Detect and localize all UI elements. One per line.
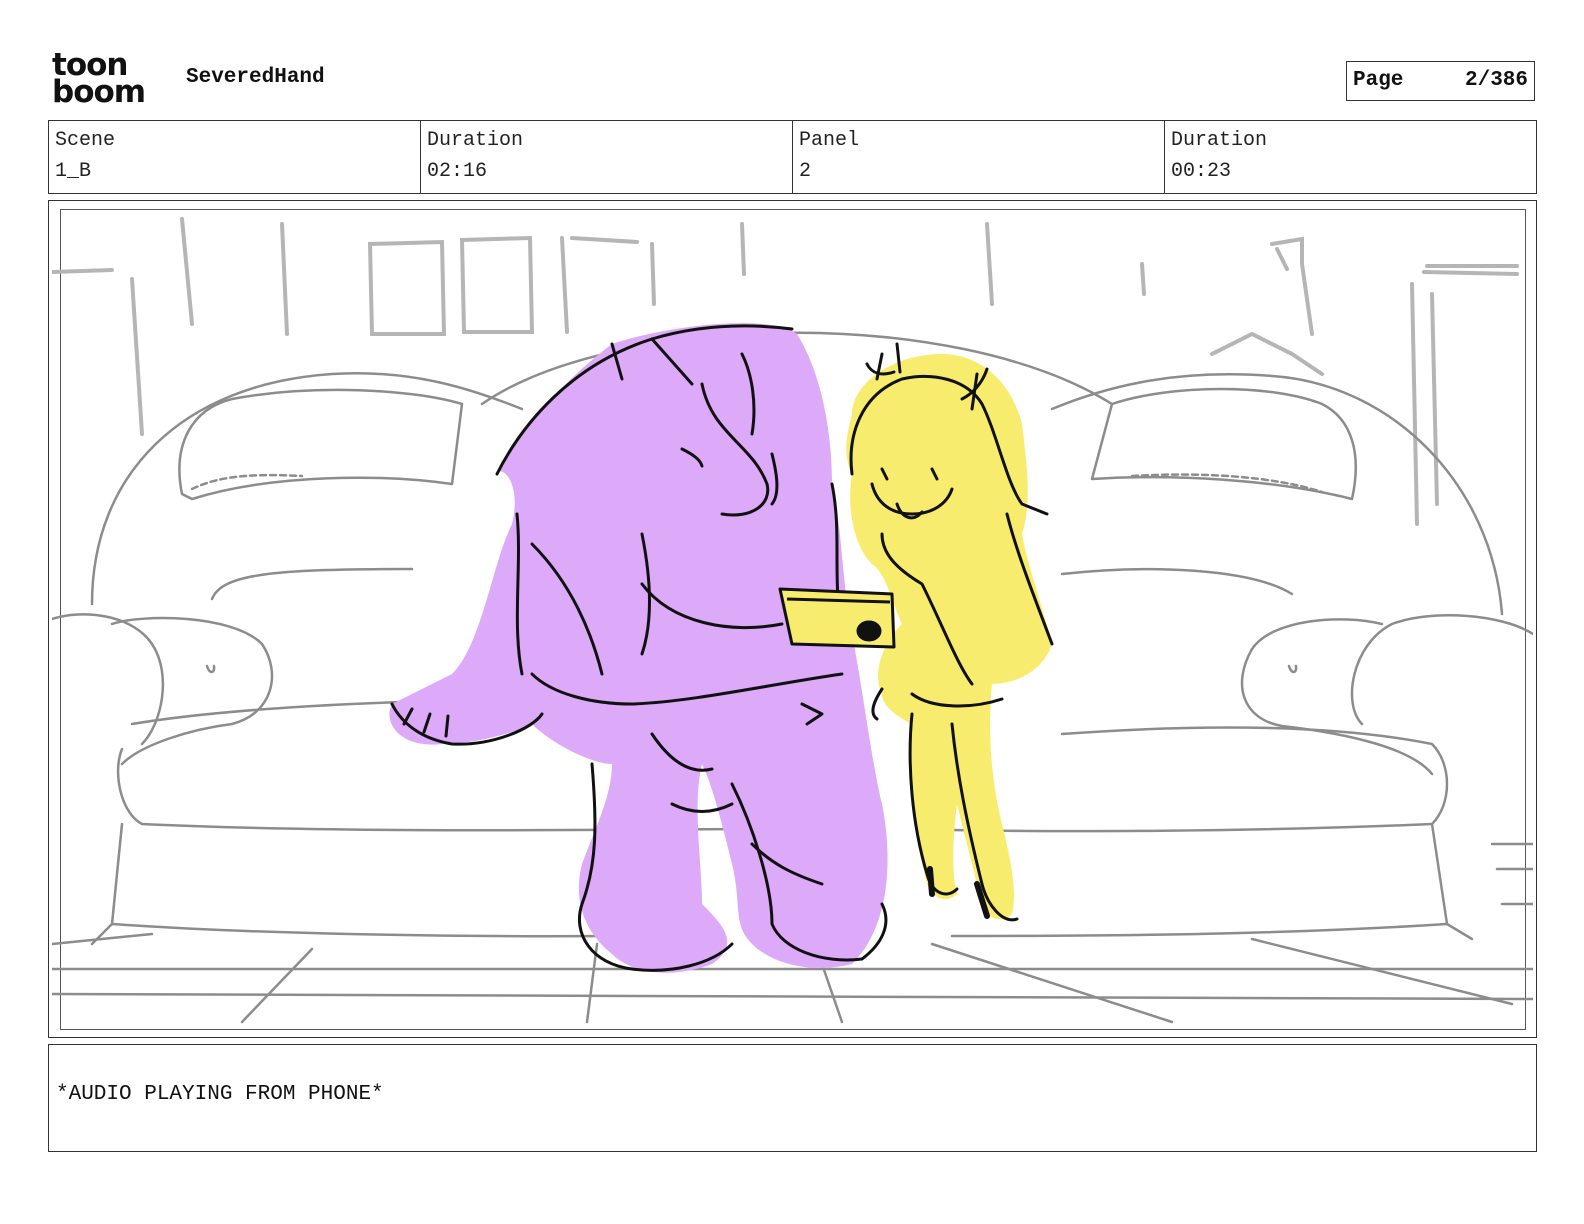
scene-duration-value: 02:16 [427,160,488,183]
page-indicator: Page 2/386 [1346,61,1535,101]
logo-wordmark: toon boom [52,50,164,112]
scene-duration-label: Duration [427,129,524,152]
scene-cell: Scene 1_B [49,121,421,193]
scene-label: Scene [55,129,116,152]
panel-duration-value: 00:23 [1171,160,1232,183]
scene-value: 1_B [55,160,92,183]
toon-boom-logo: toon boom [52,50,164,112]
project-title: SeveredHand [186,66,325,89]
panel-duration-cell: Duration 00:23 [1165,121,1536,193]
page-number: 2/386 [1464,69,1528,92]
panel-value: 2 [799,160,812,183]
dialogue-box: *AUDIO PLAYING FROM PHONE* [48,1044,1537,1152]
logo-line-2: boom [52,74,146,110]
scene-duration-cell: Duration 02:16 [421,121,793,193]
panel-label: Panel [799,129,860,152]
storyboard-drawing [52,217,1533,1024]
scene-info-table: Scene 1_B Duration 02:16 Panel 2 Duratio… [48,120,1537,194]
panel-cell: Panel 2 [793,121,1165,193]
dialogue-text: *AUDIO PLAYING FROM PHONE* [56,1083,384,1106]
page-label: Page [1353,69,1404,92]
panel-duration-label: Duration [1171,129,1268,152]
